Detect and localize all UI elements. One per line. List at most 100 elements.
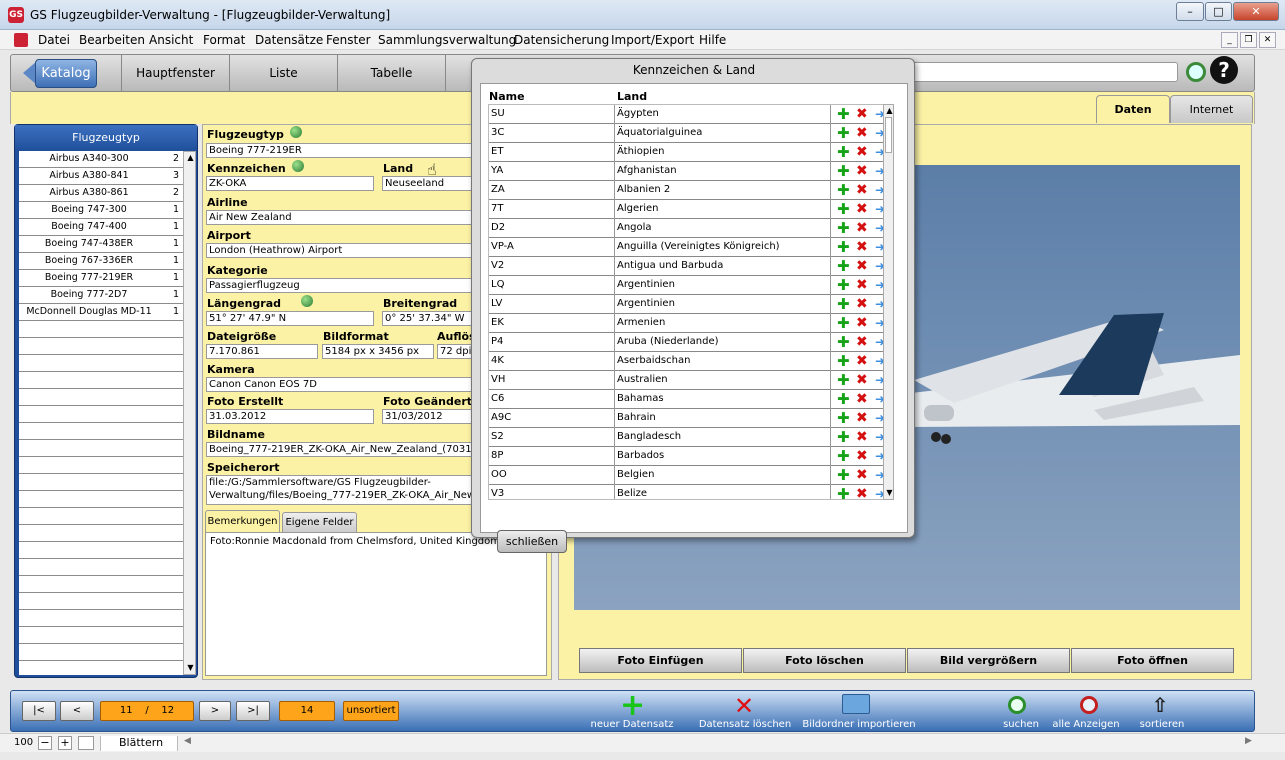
list-item-empty[interactable] [19,593,183,610]
tab-eigene-felder[interactable]: Eigene Felder [282,512,357,532]
table-row[interactable]: 4K Aserbaidschan ✚ ✖ ➜ [489,352,891,371]
search-input[interactable] [910,62,1178,82]
mdi-minimize-button[interactable]: _ [1221,32,1238,48]
add-icon[interactable]: ✚ [837,487,850,500]
foto-erstellt-field[interactable]: 31.03.2012 [206,409,374,424]
table-row[interactable]: 8P Barbados ✚ ✖ ➜ [489,447,891,466]
table-row[interactable]: S2 Bangladesch ✚ ✖ ➜ [489,428,891,447]
table-row[interactable]: VP-A Anguilla (Vereinigtes Königreich) ✚ ✖ ➜ [489,238,891,257]
tab-liste[interactable]: Liste [229,55,337,91]
tab-bemerkungen[interactable]: Bemerkungen [205,510,280,532]
list-item[interactable]: Boeing 747-300 1 [19,202,183,219]
bemerkungen-textarea[interactable]: Foto:Ronnie Macdonald from Chelmsford, U… [205,532,547,676]
list-item-empty[interactable] [19,389,183,406]
delete-icon[interactable]: ✖ [856,183,868,197]
scroll-thumb[interactable] [885,117,892,153]
foto-loeschen-button[interactable]: Foto löschen [743,648,906,673]
foto-einfuegen-button[interactable]: Foto Einfügen [579,648,742,673]
scroll-left-icon[interactable]: ◀ [184,736,191,746]
popup-scrollbar[interactable]: ▲ ▼ [883,104,894,500]
datensatz-loeschen-label[interactable]: Datensatz löschen [694,719,796,730]
table-row[interactable]: LQ Argentinien ✚ ✖ ➜ [489,276,891,295]
delete-icon[interactable]: ✖ [856,259,868,273]
delete-icon[interactable]: ✖ [856,240,868,254]
table-row[interactable]: 3C Äquatorialguinea ✚ ✖ ➜ [489,124,891,143]
next-record-button[interactable]: > [199,701,231,721]
kennzeichen-field[interactable]: ZK-OKA [206,176,374,191]
menu-ansicht[interactable]: Ansicht [149,33,193,47]
add-icon[interactable]: ✚ [837,411,850,426]
delete-icon[interactable]: ✖ [856,297,868,311]
list-item[interactable]: Boeing 747-400 1 [19,219,183,236]
menu-sammlungsverwaltung[interactable]: Sammlungsverwaltung [378,33,516,47]
list-item[interactable]: Boeing 767-336ER 1 [19,253,183,270]
add-icon[interactable]: ✚ [837,468,850,483]
bildordner-importieren-label[interactable]: Bildordner importieren [800,719,918,730]
airline-field[interactable]: Air New Zealand [206,210,476,225]
neuer-datensatz-label[interactable]: neuer Datensatz [584,719,680,730]
scroll-down-icon[interactable]: ▼ [185,662,196,673]
add-icon[interactable]: ✚ [837,354,850,369]
menu-fenster[interactable]: Fenster [326,33,371,47]
list-item-empty[interactable] [19,338,183,355]
sortieren-label[interactable]: sortieren [1132,719,1192,730]
table-row[interactable]: C6 Bahamas ✚ ✖ ➜ [489,390,891,409]
list-item-empty[interactable] [19,610,183,627]
add-icon[interactable]: ✚ [837,145,850,160]
close-window-button[interactable]: ✕ [1233,2,1279,21]
zoom-out-icon[interactable]: − [38,736,52,750]
add-record-icon[interactable]: + [620,691,645,721]
menu-bearbeiten[interactable]: Bearbeiten [79,33,145,47]
list-item[interactable]: Airbus A380-861 2 [19,185,183,202]
scroll-up-icon[interactable]: ▲ [185,152,196,163]
show-all-icon[interactable] [1080,696,1098,714]
delete-icon[interactable]: ✖ [856,449,868,463]
add-icon[interactable]: ✚ [837,316,850,331]
menu-datensaetze[interactable]: Datensätze [255,33,323,47]
list-item[interactable]: Boeing 777-2D7 1 [19,287,183,304]
list-item-empty[interactable] [19,440,183,457]
tab-daten[interactable]: Daten [1096,95,1170,123]
mdi-restore-button[interactable]: ❐ [1240,32,1257,48]
delete-icon[interactable]: ✖ [856,487,868,499]
delete-icon[interactable]: ✖ [856,202,868,216]
globe-icon[interactable] [290,126,302,138]
delete-icon[interactable]: ✖ [856,468,868,482]
delete-icon[interactable]: ✖ [856,373,868,387]
list-item[interactable]: Airbus A380-841 3 [19,168,183,185]
scroll-up-icon[interactable]: ▲ [884,105,895,116]
add-icon[interactable]: ✚ [837,373,850,388]
schliessen-button[interactable]: schließen [497,530,567,553]
folder-import-icon[interactable] [842,694,870,714]
scroll-down-icon[interactable]: ▼ [884,487,895,498]
kategorie-field[interactable]: Passagierflugzeug [206,278,476,293]
add-icon[interactable]: ✚ [837,259,850,274]
maximize-button[interactable]: □ [1205,2,1232,21]
bildformat-field[interactable]: 5184 px x 3456 px [322,344,434,359]
table-row[interactable]: P4 Aruba (Niederlande) ✚ ✖ ➜ [489,333,891,352]
add-icon[interactable]: ✚ [837,183,850,198]
bildname-field[interactable]: Boeing_777-219ER_ZK-OKA_Air_New_Zealand_… [206,442,476,457]
list-item-empty[interactable] [19,576,183,593]
add-icon[interactable]: ✚ [837,278,850,293]
last-record-button[interactable]: >| [236,701,270,721]
delete-icon[interactable]: ✖ [856,335,868,349]
table-row[interactable]: V3 Belize ✚ ✖ ➜ [489,485,891,500]
add-icon[interactable]: ✚ [837,164,850,179]
laengengrad-field[interactable]: 51° 27' 47.9" N [206,311,374,326]
delete-icon[interactable]: ✖ [856,354,868,368]
list-item[interactable]: McDonnell Douglas MD-11 1 [19,304,183,321]
airport-field[interactable]: London (Heathrow) Airport [206,243,476,258]
list-item-empty[interactable] [19,542,183,559]
delete-icon[interactable]: ✖ [856,430,868,444]
menu-datensicherung[interactable]: Datensicherung [514,33,609,47]
delete-icon[interactable]: ✖ [856,392,868,406]
flugzeugtyp-field[interactable]: Boeing 777-219ER [206,143,476,158]
alle-anzeigen-label[interactable]: alle Anzeigen [1048,719,1124,730]
table-row[interactable]: V2 Antigua und Barbuda ✚ ✖ ➜ [489,257,891,276]
table-row[interactable]: ZA Albanien 2 ✚ ✖ ➜ [489,181,891,200]
suchen-label[interactable]: suchen [994,719,1048,730]
kamera-field[interactable]: Canon Canon EOS 7D [206,377,476,392]
table-row[interactable]: ET Äthiopien ✚ ✖ ➜ [489,143,891,162]
bild-vergroessern-button[interactable]: Bild vergrößern [907,648,1070,673]
